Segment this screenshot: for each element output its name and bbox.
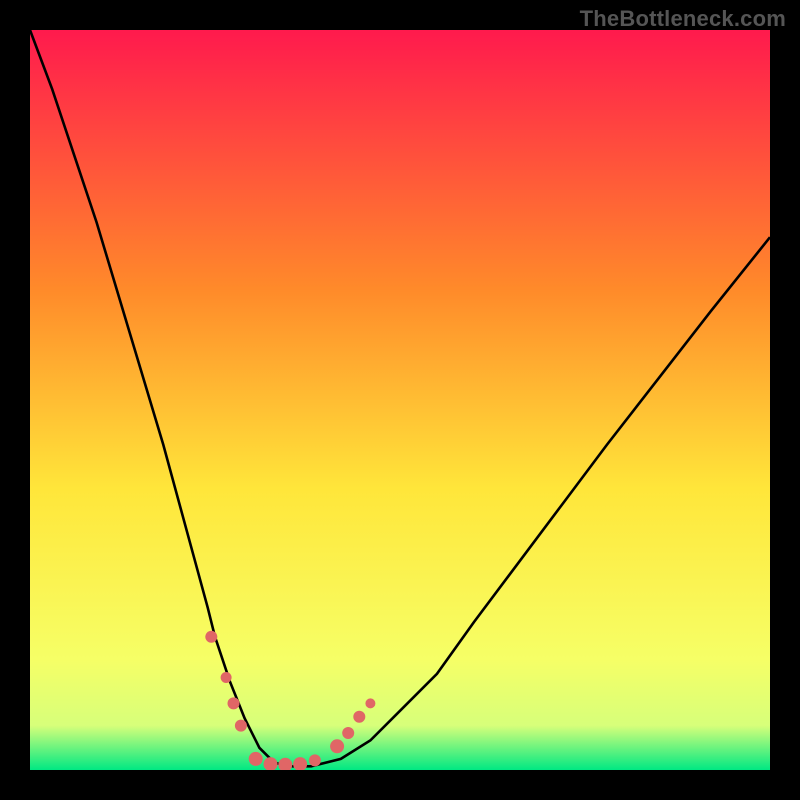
marker-dot [353,711,365,723]
plot-svg [30,30,770,770]
marker-dot [365,698,375,708]
marker-dot [205,631,217,643]
marker-dot [221,672,232,683]
marker-dot [228,697,240,709]
marker-dot [309,754,321,766]
marker-dot [330,739,344,753]
marker-dot [249,752,263,766]
marker-dot [342,727,354,739]
marker-dot [235,720,247,732]
plot-area [30,30,770,770]
watermark-text: TheBottleneck.com [580,6,786,32]
chart-frame: TheBottleneck.com [0,0,800,800]
gradient-background [30,30,770,770]
